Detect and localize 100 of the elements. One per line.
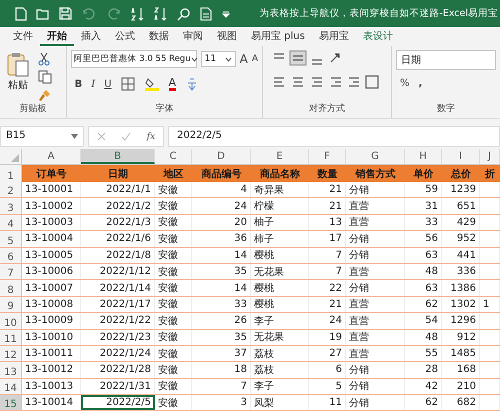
table-cell: 2022/1/1 bbox=[81, 182, 155, 198]
table-cell: 2022/1/8 bbox=[81, 248, 155, 263]
column-header[interactable]: J bbox=[480, 149, 500, 164]
row-header[interactable]: 14 bbox=[0, 378, 22, 394]
ribbon-tab[interactable]: 数据 bbox=[142, 27, 176, 46]
header-cell: 商品名称 bbox=[251, 165, 309, 182]
font-color-button[interactable]: A bbox=[168, 77, 176, 91]
table-cell: 63 bbox=[405, 248, 442, 263]
table-cell: 分销 bbox=[346, 395, 405, 410]
row-header[interactable]: 10 bbox=[0, 313, 22, 329]
ribbon-tab[interactable]: 公式 bbox=[108, 27, 142, 46]
table-cell: 56 bbox=[405, 231, 442, 247]
column-header[interactable]: E bbox=[251, 149, 309, 164]
fill-color-icon[interactable] bbox=[144, 76, 160, 92]
format-painter-icon[interactable] bbox=[38, 88, 52, 102]
table-cell: 柠檬 bbox=[251, 198, 309, 214]
scissors-icon[interactable] bbox=[38, 52, 50, 66]
table-cell: 13-10001 bbox=[22, 182, 81, 198]
table-cell: 直营 bbox=[346, 346, 405, 362]
column-header[interactable]: F bbox=[309, 149, 346, 164]
row-header[interactable]: 3 bbox=[0, 198, 22, 214]
row-header[interactable]: 12 bbox=[0, 346, 22, 362]
customize-menu-icon[interactable] bbox=[222, 10, 230, 18]
borders-icon[interactable] bbox=[120, 77, 135, 91]
sort-ascending-icon[interactable] bbox=[131, 6, 145, 20]
header-cell: 地区 bbox=[155, 165, 192, 182]
row-header[interactable]: 8 bbox=[0, 280, 22, 296]
row-header[interactable]: 6 bbox=[0, 248, 22, 263]
comma-style-button[interactable]: , bbox=[418, 78, 422, 89]
sort-descending-icon[interactable] bbox=[154, 6, 168, 20]
font-size-dropdown[interactable]: 11 bbox=[200, 51, 236, 67]
paste-button[interactable]: 粘贴 bbox=[4, 50, 32, 102]
ribbon-tab[interactable]: 文件 bbox=[6, 27, 40, 46]
table-cell: 2022/1/17 bbox=[81, 296, 155, 312]
folder-icon[interactable] bbox=[36, 8, 50, 20]
row-header[interactable]: 9 bbox=[0, 296, 22, 312]
table-cell: 樱桃 bbox=[251, 280, 309, 296]
font-name-dropdown[interactable]: 阿里巴巴普惠体 3.0 55 Regu bbox=[70, 50, 197, 68]
ribbon-tab[interactable]: 插入 bbox=[74, 27, 108, 46]
new-file-icon[interactable] bbox=[15, 6, 27, 20]
font-style-button[interactable]: B bbox=[74, 78, 82, 90]
increase-font-size-button[interactable]: A bbox=[240, 52, 248, 66]
ribbon-tab[interactable]: 视图 bbox=[210, 27, 244, 46]
table-cell: 13-10007 bbox=[22, 280, 81, 296]
column-header[interactable]: G bbox=[346, 149, 405, 164]
insert-function-button[interactable]: fx bbox=[146, 132, 156, 142]
name-box[interactable]: B15 bbox=[0, 126, 84, 147]
row-header[interactable]: 7 bbox=[0, 264, 22, 280]
table-cell: 2022/1/22 bbox=[81, 313, 155, 329]
table-cell: 13-10014 bbox=[22, 395, 81, 410]
ribbon-tab[interactable]: 表设计 bbox=[356, 27, 400, 46]
column-header[interactable]: B bbox=[81, 149, 155, 164]
percent-style-button[interactable]: % bbox=[400, 78, 410, 89]
table-cell: 安徽 bbox=[155, 313, 192, 329]
header-cell: 商品编号 bbox=[192, 165, 251, 182]
column-header[interactable]: H bbox=[405, 149, 442, 164]
row-header[interactable]: 13 bbox=[0, 362, 22, 378]
row-header[interactable]: 11 bbox=[0, 330, 22, 345]
column-header[interactable]: C bbox=[155, 149, 192, 164]
caret-icon bbox=[190, 56, 198, 62]
table-cell: 安徽 bbox=[155, 296, 192, 312]
table-cell: 安徽 bbox=[155, 248, 192, 263]
ribbon-tab[interactable]: 易用宝 bbox=[312, 27, 356, 46]
font-style-button[interactable]: U bbox=[104, 78, 112, 90]
table-cell: 安徽 bbox=[155, 214, 192, 230]
row-header[interactable]: 2 bbox=[0, 182, 22, 198]
table-cell: 33 bbox=[192, 296, 251, 312]
save-icon[interactable] bbox=[59, 7, 72, 20]
ribbon-tab[interactable]: 审阅 bbox=[176, 27, 210, 46]
table-cell: 682 bbox=[442, 395, 480, 410]
table-cell: 17 bbox=[309, 231, 346, 247]
font-style-button[interactable]: I bbox=[91, 78, 96, 90]
table-cell: 7 bbox=[309, 264, 346, 280]
row-header[interactable]: 15 bbox=[0, 395, 22, 410]
table-cell: 48 bbox=[405, 264, 442, 280]
search-icon[interactable] bbox=[177, 6, 191, 20]
number-format-dropdown[interactable]: 日期 bbox=[396, 50, 496, 70]
table-cell: 1296 bbox=[442, 313, 480, 329]
column-header[interactable]: I bbox=[442, 149, 480, 164]
table-cell: 54 bbox=[405, 313, 442, 329]
row-header[interactable]: 1 bbox=[0, 165, 22, 182]
row-header[interactable]: 4 bbox=[0, 214, 22, 230]
table-cell: 62 bbox=[405, 296, 442, 312]
table-cell: 3 bbox=[192, 395, 251, 410]
copy-icon[interactable] bbox=[38, 70, 52, 84]
table-cell: 直营 bbox=[346, 330, 405, 345]
table-cell: 2022/1/14 bbox=[81, 280, 155, 296]
table-cell: 2022/1/12 bbox=[81, 264, 155, 280]
table-cell: 安徽 bbox=[155, 330, 192, 345]
check-icon[interactable] bbox=[121, 132, 132, 141]
print-preview-icon[interactable] bbox=[200, 6, 213, 20]
group-label: 字体 bbox=[155, 102, 174, 115]
column-header[interactable]: D bbox=[192, 149, 251, 164]
formula-input[interactable]: 2022/2/5 bbox=[168, 126, 500, 147]
ribbon-tab[interactable]: 易用宝 plus bbox=[244, 27, 312, 46]
table-cell: 13-10013 bbox=[22, 378, 81, 394]
row-header[interactable]: 5 bbox=[0, 231, 22, 247]
header-cell: 单价 bbox=[405, 165, 442, 182]
table-cell: 13-10009 bbox=[22, 313, 81, 329]
decrease-font-size-button[interactable]: A bbox=[252, 54, 258, 64]
